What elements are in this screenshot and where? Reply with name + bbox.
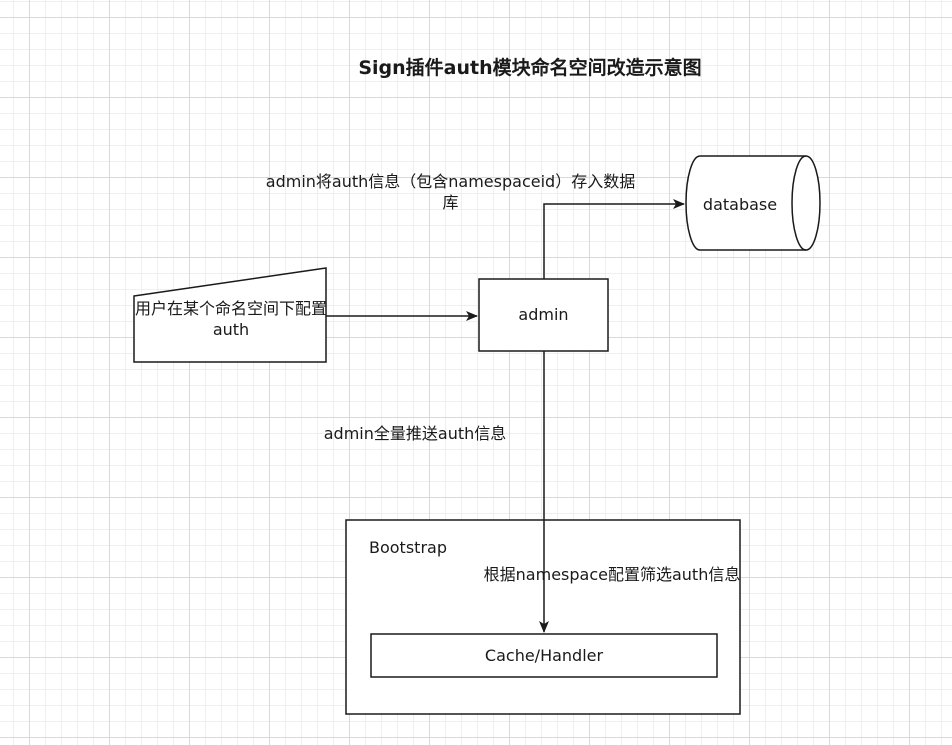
label-database: database bbox=[702, 195, 778, 214]
arrow-admin-to-database bbox=[543, 199, 685, 279]
label-bootstrap: Bootstrap bbox=[369, 538, 447, 557]
label-admin-store-database: admin将auth信息（包含namespaceid）存入数据库 bbox=[265, 172, 636, 212]
diagram-canvas bbox=[133, 155, 821, 715]
diagram-title: Sign插件auth模块命名空间改造示意图 bbox=[358, 57, 702, 79]
label-user-input: 用户在某个命名空间下配置auth bbox=[135, 299, 328, 339]
label-cache-handler: Cache/Handler bbox=[484, 646, 604, 665]
label-admin-push: admin全量推送auth信息 bbox=[323, 424, 507, 443]
label-admin: admin bbox=[518, 305, 569, 324]
label-filter-by-namespace: 根据namespace配置筛选auth信息 bbox=[483, 565, 741, 584]
